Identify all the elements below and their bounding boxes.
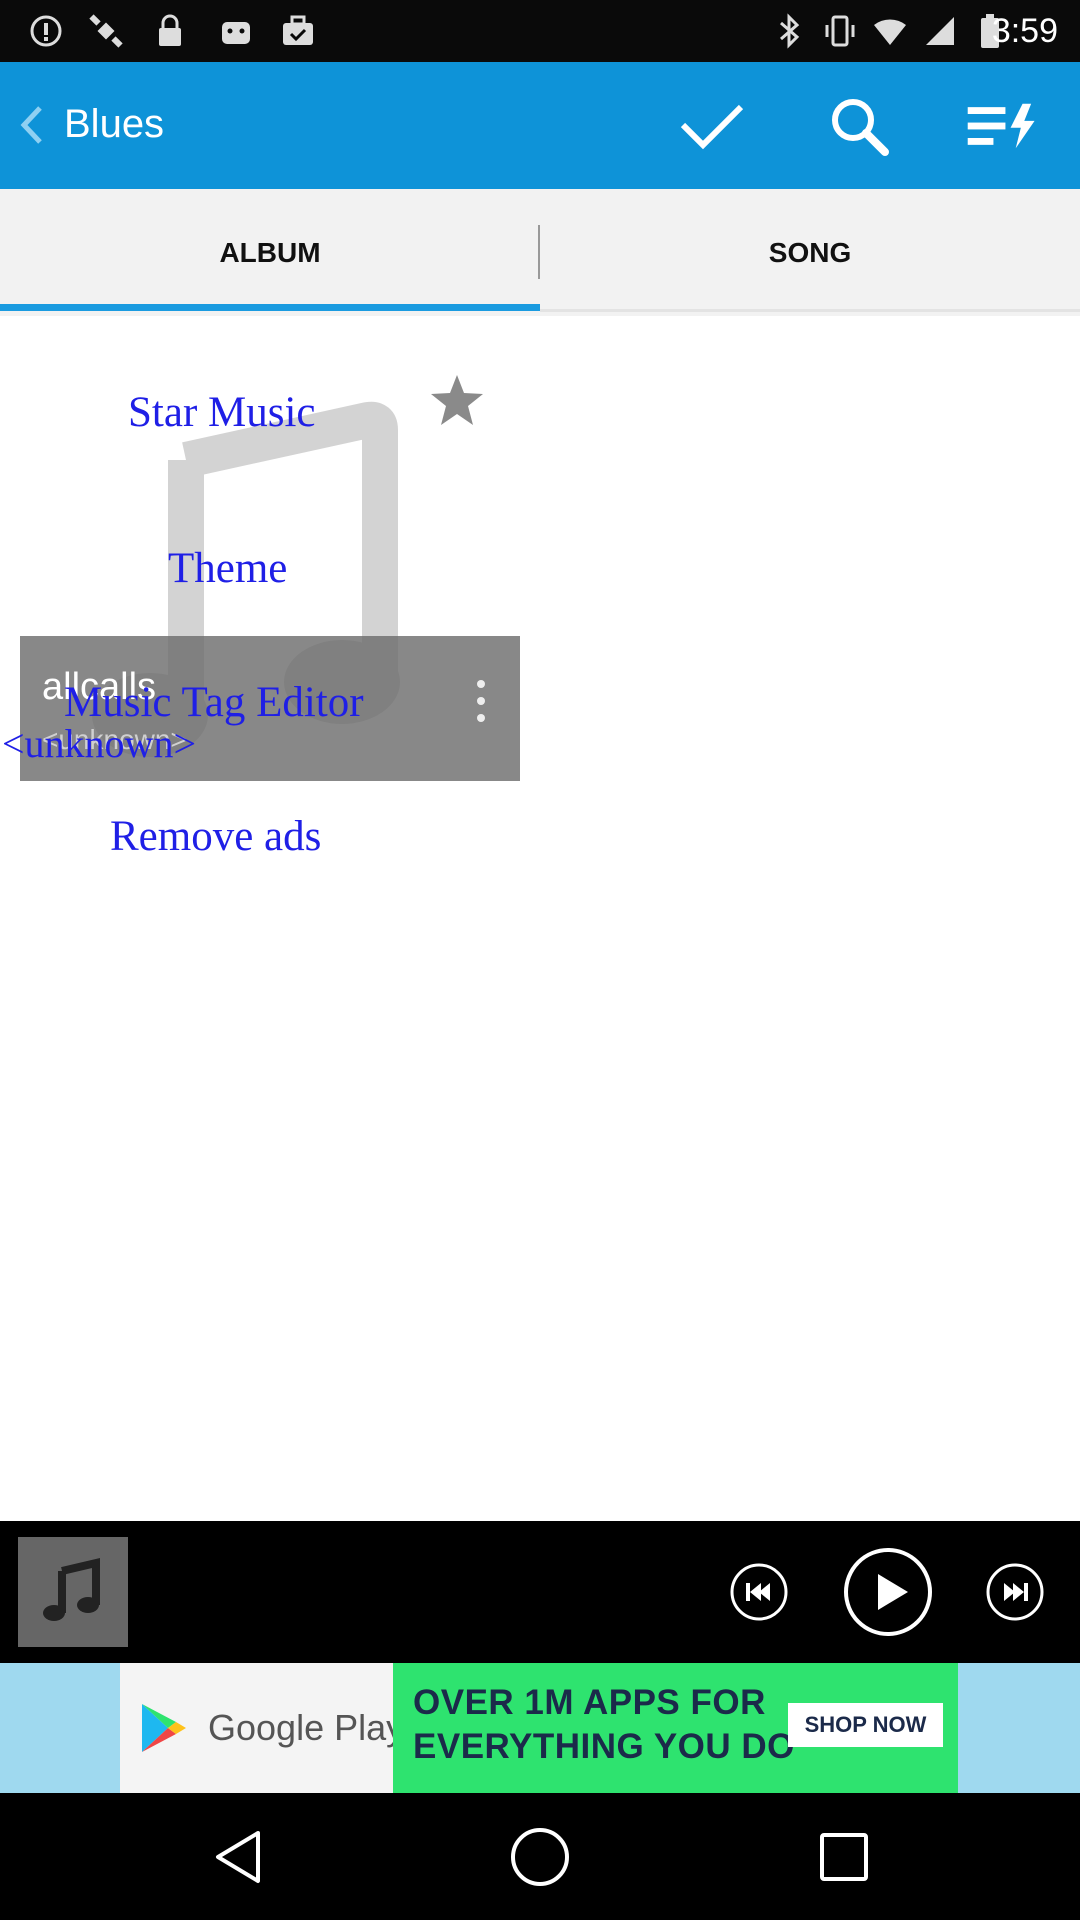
queue-lightning-icon bbox=[967, 103, 1035, 149]
star-icon[interactable] bbox=[428, 372, 486, 430]
screen: 3:59 Blues ALBUM SONG allcalls <unknown>… bbox=[0, 0, 1080, 1920]
previous-button[interactable] bbox=[728, 1561, 790, 1623]
navigation-bar bbox=[0, 1793, 1080, 1920]
queue-menu-button[interactable] bbox=[966, 90, 1038, 162]
ad-banner[interactable]: Google Play OVER 1M APPS FOR EVERYTHING … bbox=[0, 1663, 1080, 1793]
checkmark-button[interactable] bbox=[676, 90, 748, 162]
vibrate-icon bbox=[822, 13, 858, 49]
menu-item-star-music[interactable]: Star Music bbox=[128, 388, 316, 437]
android-icon bbox=[218, 13, 254, 49]
google-play-logo-icon bbox=[142, 1704, 186, 1752]
ad-brand-panel: Google Play bbox=[120, 1663, 404, 1793]
signal-icon bbox=[922, 13, 958, 49]
info-icon bbox=[28, 13, 64, 49]
ad-headline: OVER 1M APPS FOR EVERYTHING YOU DO bbox=[413, 1681, 795, 1769]
mini-player bbox=[0, 1521, 1080, 1663]
recents-square-icon bbox=[820, 1833, 868, 1881]
checkmark-icon bbox=[680, 104, 744, 150]
menu-item-theme[interactable]: Theme bbox=[168, 544, 287, 593]
search-icon bbox=[832, 99, 889, 156]
more-options-icon[interactable] bbox=[466, 672, 496, 732]
home-circle-icon bbox=[511, 1828, 569, 1886]
nav-recents-button[interactable] bbox=[808, 1821, 880, 1893]
tab-bar: ALBUM SONG bbox=[0, 189, 1080, 316]
now-playing-thumbnail[interactable] bbox=[18, 1537, 128, 1647]
back-chevron-icon[interactable] bbox=[14, 102, 50, 148]
briefcase-check-icon bbox=[280, 13, 316, 49]
play-icon bbox=[844, 1548, 932, 1636]
nav-back-button[interactable] bbox=[202, 1821, 274, 1893]
music-note-icon bbox=[43, 1557, 100, 1621]
play-button[interactable] bbox=[842, 1546, 934, 1638]
menu-item-unknown[interactable]: <unknown> bbox=[2, 720, 196, 767]
fast-forward-icon bbox=[986, 1563, 1044, 1621]
ad-headline-line2: EVERYTHING YOU DO bbox=[413, 1727, 795, 1766]
back-triangle-icon bbox=[216, 1831, 260, 1883]
next-button[interactable] bbox=[984, 1561, 1046, 1623]
menu-item-remove-ads[interactable]: Remove ads bbox=[110, 812, 321, 861]
bluetooth-icon bbox=[772, 13, 808, 49]
wifi-icon bbox=[872, 13, 908, 49]
action-bar: Blues bbox=[0, 62, 1080, 189]
status-bar: 3:59 bbox=[0, 0, 1080, 62]
ad-brand: Google Play bbox=[208, 1707, 405, 1748]
ad-shop-now-button[interactable]: SHOP NOW bbox=[788, 1703, 943, 1747]
rewind-icon bbox=[730, 1563, 788, 1621]
satellite-icon bbox=[88, 13, 124, 49]
ad-green-panel: OVER 1M APPS FOR EVERYTHING YOU DO SHOP … bbox=[393, 1663, 958, 1793]
clock: 3:59 bbox=[991, 12, 1058, 50]
nav-home-button[interactable] bbox=[504, 1821, 576, 1893]
tab-underline bbox=[540, 309, 1080, 312]
tab-selected-indicator bbox=[0, 304, 540, 311]
tab-album[interactable]: ALBUM bbox=[0, 189, 540, 316]
tab-song[interactable]: SONG bbox=[540, 189, 1080, 316]
ad-headline-line1: OVER 1M APPS FOR bbox=[413, 1683, 766, 1722]
search-button[interactable] bbox=[823, 90, 895, 162]
lock-icon bbox=[152, 13, 188, 49]
page-title: Blues bbox=[64, 102, 165, 146]
